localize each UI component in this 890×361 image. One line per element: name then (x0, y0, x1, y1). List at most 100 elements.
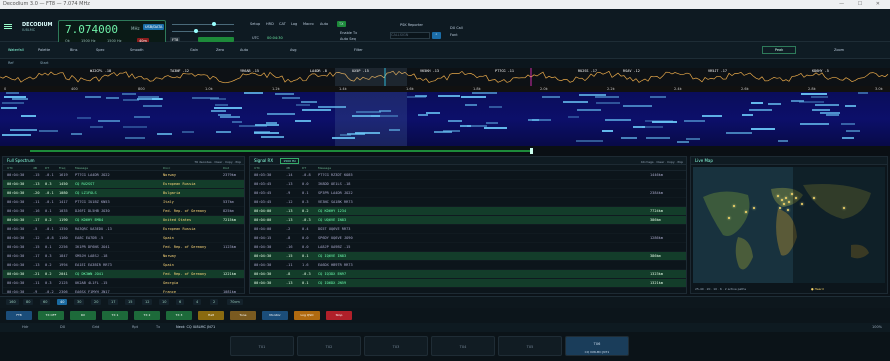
band-button-10[interactable]: 10 (159, 299, 170, 305)
band-button-15[interactable]: 15 (125, 299, 136, 305)
station-marker[interactable] (779, 207, 781, 209)
station-marker[interactable] (791, 193, 793, 195)
spectrum-callsign-label[interactable]: VR5JT -17 (708, 69, 727, 73)
peak-button[interactable]: Peak (762, 46, 796, 54)
smooth-control[interactable]: Smooth (130, 48, 144, 52)
filter-control[interactable]: Filter (354, 48, 363, 52)
scroll-track[interactable] (30, 150, 530, 152)
action-button-tx-3[interactable]: TX 3 (166, 311, 192, 320)
station-marker[interactable] (783, 203, 785, 205)
macro-button[interactable]: Macro (303, 22, 314, 26)
bins-control[interactable]: Bins (70, 48, 77, 52)
auto-button[interactable]: Auto (320, 22, 328, 26)
band-button-60[interactable]: 60 (40, 299, 51, 305)
decode-row[interactable]: 00:04:30 -13 0.3 1450 CQ RU2SST European Russ… (3, 180, 244, 189)
band-button-4[interactable]: 4 (193, 299, 202, 305)
window-controls[interactable]: — ☐ ✕ (839, 0, 886, 9)
band-button-17[interactable]: 17 (108, 299, 119, 305)
band-button-80[interactable]: 80 (23, 299, 34, 305)
station-marker[interactable] (777, 195, 779, 197)
band-button-20[interactable]: 20 (91, 299, 102, 305)
decode-row[interactable]: 00:04:30 -16 0.1 1035 DJ6FI DL5HB JO30 Fed. R… (3, 207, 244, 216)
auto-seq-button[interactable]: Auto Seq (340, 37, 356, 41)
band-button-6[interactable]: 6 (176, 299, 185, 305)
spectrum-callsign-label[interactable]: VK5KH -13 (420, 69, 439, 73)
rx-row[interactable]: 00:04:30 -15 0.1 CQ IQ6VE IN83 386km (250, 252, 686, 261)
station-marker[interactable] (753, 207, 755, 209)
spectrum-callsign-label[interactable]: LA4DR -8 (310, 69, 327, 73)
scroll-thumb[interactable] (530, 148, 533, 154)
station-marker[interactable] (733, 205, 735, 207)
tx-message-tx3[interactable]: TX3 (364, 336, 428, 356)
band-button-160[interactable]: 160 (6, 299, 19, 305)
mode-badge[interactable]: USB/DATA (143, 24, 165, 30)
cat-button[interactable]: CAT (279, 22, 286, 26)
decode-row[interactable]: 00:04:30 -5 -0.1 1350 RA3QRC UA3EDU -13 Europ… (3, 225, 244, 234)
rx-row[interactable]: 00:04:15 -8 0.0 SP6DY UQ6VE JO90 1286km (250, 234, 686, 243)
tx-slider[interactable] (172, 29, 234, 33)
rx-row[interactable]: 00:03:45 -12 0.3 VE3NC SA1BK RR73 (250, 198, 686, 207)
spectrum-callsign-label[interactable]: PT7CG -11 (495, 69, 514, 73)
action-button-monitor[interactable]: Monitor (262, 311, 288, 320)
action-button-tx-1[interactable]: TX 1 (102, 311, 128, 320)
rx-row[interactable]: 00:03:45 -13 0.0 IK8DD OE1LS -18 (250, 180, 686, 189)
rx-row[interactable]: 00:03:45 -9 0.1 SP3PR LA4DR JO22 2384km (250, 189, 686, 198)
spectrum-callsign-label[interactable]: RU2SS -17 (578, 69, 597, 73)
rx-row[interactable]: 00:04:30 -8 -0.3 CQ IQ3DX EN97 1323km (250, 270, 686, 279)
band-button-30[interactable]: 30 (74, 299, 85, 305)
action-button-ft8[interactable]: FT8 (6, 311, 32, 320)
waterfall-display[interactable] (0, 92, 890, 146)
tx-message-tx5[interactable]: TX5 (498, 336, 562, 356)
decode-row[interactable]: 00:04:30 -13 0.2 1994 EA1EI EA3BIR RR73 Spain (3, 261, 244, 270)
station-marker[interactable] (745, 211, 747, 213)
decode-row[interactable]: 00:04:30 -17 0.2 1190 CQ KD6HY EM84 United St… (3, 216, 244, 225)
rx-row[interactable]: 00:04:00 -13 -0.3 CQ UQ6VE IN83 386km (250, 216, 686, 225)
waterfall-scrollbar[interactable] (0, 146, 890, 156)
rx-row[interactable]: 00:04:30 -11 1.6 EA6DX HB9TR RR73 (250, 261, 686, 270)
decode-row[interactable]: 00:04:30 -11 -0.1 1417 PT7CG IU1BZ KN53 Italy… (3, 198, 244, 207)
tx-message-tx1[interactable]: TX1 (230, 336, 294, 356)
station-marker[interactable] (728, 217, 730, 219)
spec-control[interactable]: Spec (96, 48, 105, 52)
decode-row[interactable]: 00:04:30 -20 -0.1 1080 CQ LZ1FOLS Bulgaria (3, 189, 244, 198)
spectrum-callsign-label[interactable]: RSAV -12 (623, 69, 640, 73)
station-marker[interactable] (801, 203, 803, 205)
rx-slider[interactable] (172, 22, 234, 26)
band-button-12[interactable]: 12 (142, 299, 153, 305)
action-button-stop[interactable]: Stop (326, 311, 352, 320)
tx-message-tx2[interactable]: TX2 (297, 336, 361, 356)
band-button-2[interactable]: 2 (210, 299, 219, 305)
rx-row[interactable]: 00:04:00 -13 0.2 CQ KD6HY 1234 7724km (250, 207, 686, 216)
gain-control[interactable]: Gain (190, 48, 198, 52)
station-marker[interactable] (843, 207, 845, 209)
station-marker[interactable] (781, 199, 783, 201)
frequency-value[interactable]: 7.074000 (65, 23, 118, 36)
station-marker[interactable] (787, 209, 789, 211)
action-button-tune[interactable]: Tune (230, 311, 256, 320)
avg-control[interactable]: Avg (290, 48, 296, 52)
action-button-rx[interactable]: RX (70, 311, 96, 320)
action-button-tx-off[interactable]: TX OFF (38, 311, 64, 320)
action-button-log-qso[interactable]: Log QSO (294, 311, 320, 320)
decode-row[interactable]: 00:04:30 -11 0.3 2125 UK2AB 4L1FL -15 Georgia (3, 279, 244, 288)
rx-row[interactable]: 00:04:00 -2 0.4 DG5T UQ6VE RR73 (250, 225, 686, 234)
spectrum-callsign-label[interactable]: TA3NF -12 (170, 69, 189, 73)
station-marker[interactable] (813, 197, 815, 199)
zero-control[interactable]: Zero (216, 48, 224, 52)
zoom-level[interactable]: 100% (872, 325, 882, 329)
spectrum-callsign-label[interactable]: WJ2CPL -18 (90, 69, 111, 73)
tx-message-tx6[interactable]: TX6 CQ IU8LMC JN71 (565, 336, 629, 356)
rx-row[interactable]: 00:03:30 -14 -0.8 PT7CG RZ3DT KO85 1446km (250, 171, 686, 180)
band-button-40[interactable]: 40 (57, 299, 68, 305)
search-icon[interactable]: ⌕ (432, 32, 441, 39)
action-button-halt[interactable]: Halt (198, 311, 224, 320)
station-marker[interactable] (795, 197, 797, 199)
tx-button[interactable]: TX (337, 21, 346, 27)
spectrum-callsign-label[interactable]: YR6AB -15 (240, 69, 259, 73)
log-button[interactable]: Log (291, 22, 297, 26)
auto-control[interactable]: Auto (240, 48, 248, 52)
action-button-tx-2[interactable]: TX 2 (134, 311, 160, 320)
hrd-button[interactable]: HRD (266, 22, 274, 26)
callsign-search-input[interactable]: CALLSIGN (390, 32, 430, 39)
decode-row[interactable]: 00:04:30 -15 0.1 2256 IK1PR DF6NS JO41 Fed. R… (3, 243, 244, 252)
